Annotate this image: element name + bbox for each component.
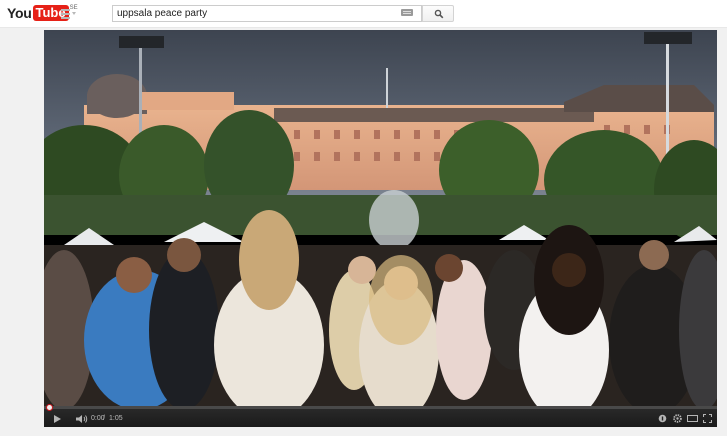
settings-icon[interactable]	[673, 414, 682, 423]
theater-icon[interactable]	[687, 414, 698, 423]
search-button[interactable]	[422, 5, 454, 22]
play-icon[interactable]	[54, 415, 61, 423]
progress-bar[interactable]	[44, 406, 717, 409]
video-frame[interactable]	[44, 30, 717, 406]
time-separator: /	[103, 415, 105, 422]
video-player[interactable]: 0:00 / 1:05	[44, 30, 717, 427]
search-input[interactable]: uppsala peace party	[112, 5, 422, 22]
guide-menu-icon[interactable]	[61, 9, 76, 19]
player-control-bar	[44, 406, 717, 427]
captions-icon[interactable]	[658, 414, 667, 423]
volume-icon[interactable]	[75, 414, 89, 424]
masthead: You Tube SE uppsala peace party	[0, 0, 727, 28]
progress-scrubber[interactable]	[46, 404, 53, 411]
keyboard-icon[interactable]	[401, 9, 413, 16]
time-duration: 1:05	[109, 415, 123, 422]
search-icon	[434, 9, 444, 19]
logo-you-text: You	[7, 5, 32, 21]
fullscreen-icon[interactable]	[703, 414, 712, 423]
